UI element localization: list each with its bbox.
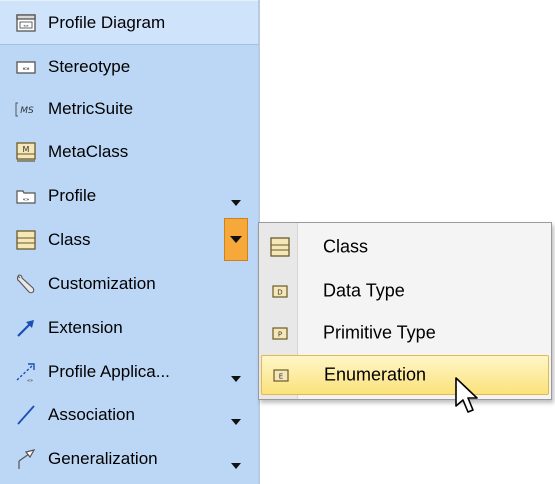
svg-text:«»: «» xyxy=(22,65,30,72)
palette-item-customization[interactable]: Customization xyxy=(0,262,258,305)
diagram-palette: «» Profile Diagram «» Stereotype MS Metr… xyxy=(0,0,260,484)
svg-text:E: E xyxy=(279,373,283,381)
menu-item-label: Enumeration xyxy=(324,364,427,385)
menu-item-label: Class xyxy=(323,236,369,257)
palette-header-profile-diagram[interactable]: «» Profile Diagram xyxy=(0,0,258,45)
palette-item-metricsuite[interactable]: MS MetricSuite xyxy=(0,87,258,130)
palette-item-label: Generalization xyxy=(48,448,158,468)
palette-item-extension[interactable]: Extension xyxy=(0,306,258,349)
class-dropdown-button[interactable] xyxy=(224,218,248,261)
palette-item-label: Stereotype xyxy=(48,56,131,76)
palette-item-profile[interactable]: «» Profile xyxy=(0,174,258,217)
palette-item-association[interactable]: Association xyxy=(0,393,258,436)
metaclass-icon: M xyxy=(14,140,38,164)
palette-item-label: Customization xyxy=(48,273,156,293)
chevron-down-icon[interactable] xyxy=(230,368,242,382)
mouse-pointer-icon xyxy=(454,376,484,420)
palette-item-profile-application[interactable]: «» Profile Applica... xyxy=(0,350,258,393)
profile-application-icon: «» xyxy=(14,360,38,384)
svg-text:P: P xyxy=(278,331,282,339)
palette-item-metaclass[interactable]: M MetaClass xyxy=(0,130,258,173)
profile-icon: «» xyxy=(14,184,38,208)
enumeration-icon: E xyxy=(270,364,292,386)
primitive-type-icon: P xyxy=(269,322,291,344)
svg-text:D: D xyxy=(277,289,282,297)
menu-item-class[interactable]: Class xyxy=(261,227,549,267)
menu-item-data-type[interactable]: D Data Type xyxy=(261,271,549,311)
class-type-popup-menu: Class D Data Type P Primitive Type E Enu… xyxy=(258,222,552,400)
menu-item-label: Data Type xyxy=(323,280,405,301)
metric-suite-icon: MS xyxy=(14,97,38,121)
menu-item-enumeration[interactable]: E Enumeration xyxy=(261,355,549,395)
svg-text:M: M xyxy=(23,145,30,154)
palette-item-label: Extension xyxy=(48,317,123,337)
wrench-icon xyxy=(14,272,38,296)
palette-item-label: Profile xyxy=(48,185,97,205)
palette-item-stereotype[interactable]: «» Stereotype xyxy=(0,45,258,88)
chevron-down-icon[interactable] xyxy=(230,192,242,206)
data-type-icon: D xyxy=(269,280,291,302)
palette-item-label: Profile Applica... xyxy=(48,361,170,381)
diagram-icon: «» xyxy=(14,11,38,35)
class-icon xyxy=(14,228,38,252)
palette-item-label: MetricSuite xyxy=(48,98,134,118)
menu-item-primitive-type[interactable]: P Primitive Type xyxy=(261,313,549,353)
svg-text:MS: MS xyxy=(20,106,34,116)
extension-arrow-icon xyxy=(14,316,38,340)
svg-text:«»: «» xyxy=(27,378,33,384)
palette-item-label: Association xyxy=(48,404,135,424)
palette-item-generalization[interactable]: Generalization xyxy=(0,437,258,480)
palette-item-label: MetaClass xyxy=(48,141,129,161)
palette-item-class[interactable]: Class xyxy=(0,218,258,261)
palette-header-label: Profile Diagram xyxy=(48,12,166,32)
chevron-down-icon[interactable] xyxy=(230,411,242,425)
palette-item-label: Class xyxy=(48,229,91,249)
stereotype-icon: «» xyxy=(14,55,38,79)
chevron-down-icon[interactable] xyxy=(230,455,242,469)
generalization-icon xyxy=(14,447,38,471)
menu-item-label: Primitive Type xyxy=(323,322,436,343)
svg-text:«»: «» xyxy=(23,24,29,29)
class-icon xyxy=(269,236,291,258)
association-line-icon xyxy=(14,403,38,427)
svg-text:«»: «» xyxy=(23,197,30,203)
